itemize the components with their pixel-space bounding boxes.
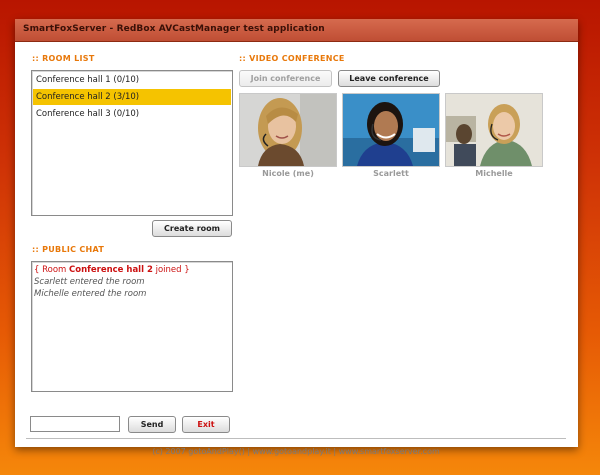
footer-text: (c) 2007 gotoAndPlay() | www.gotoandplay… <box>152 447 440 456</box>
webcam-image <box>343 94 439 166</box>
app-window: SmartFoxServer - RedBox AVCastManager te… <box>15 19 578 456</box>
video-feed-nicole <box>239 93 337 167</box>
create-room-button[interactable]: Create room <box>152 220 232 237</box>
room-list[interactable]: Conference hall 1 (0/10) Conference hall… <box>31 70 233 216</box>
room-list-item[interactable]: Conference hall 1 (0/10) <box>33 72 231 88</box>
user-label-scarlett: Scarlett <box>373 169 409 178</box>
chat-input[interactable] <box>30 416 120 432</box>
chat-system-prefix: { Room <box>34 265 70 275</box>
video-feed-scarlett <box>342 93 440 167</box>
join-conference-button[interactable]: Join conference <box>239 70 332 87</box>
footer-divider <box>26 438 566 439</box>
chat-system-suffix: joined } <box>152 265 190 275</box>
send-button[interactable]: Send <box>128 416 176 433</box>
chat-message: Michelle entered the room <box>34 289 147 299</box>
leave-conference-button[interactable]: Leave conference <box>338 70 440 87</box>
chat-area[interactable]: { Room Conference hall 2 joined } Scarle… <box>31 261 233 392</box>
room-list-item-selected[interactable]: Conference hall 2 (3/10) <box>33 89 231 105</box>
user-label-michelle: Michelle <box>475 169 513 178</box>
exit-button[interactable]: Exit <box>182 416 230 433</box>
room-list-item[interactable]: Conference hall 3 (0/10) <box>33 106 231 122</box>
room-list-title: :: ROOM LIST <box>32 54 95 63</box>
video-conference-title: :: VIDEO CONFERENCE <box>239 54 345 63</box>
title-bar: SmartFoxServer - RedBox AVCastManager te… <box>15 19 578 42</box>
chat-system-room: Conference hall 2 <box>69 265 153 275</box>
webcam-image <box>240 94 336 166</box>
chat-system-message: { Room Conference hall 2 joined } <box>34 264 190 276</box>
window-title: SmartFoxServer - RedBox AVCastManager te… <box>23 24 325 34</box>
chat-message: Scarlett entered the room <box>34 277 145 287</box>
video-feed-michelle <box>445 93 543 167</box>
user-label-nicole: Nicole (me) <box>262 169 314 178</box>
public-chat-title: :: PUBLIC CHAT <box>32 245 105 254</box>
webcam-image <box>446 94 542 166</box>
main-panel: :: ROOM LIST Conference hall 1 (0/10) Co… <box>22 45 570 456</box>
